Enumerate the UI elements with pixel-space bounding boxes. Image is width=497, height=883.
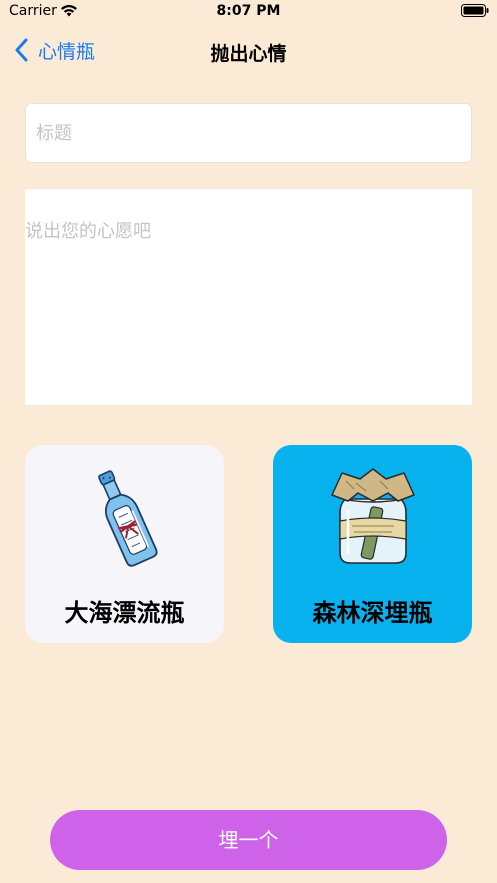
title-field bbox=[25, 103, 472, 163]
wish-textarea[interactable] bbox=[25, 189, 472, 405]
forest-bottle-label: 森林深埋瓶 bbox=[312, 599, 433, 627]
ocean-bottle-card[interactable]: 大海漂流瓶 bbox=[25, 445, 224, 643]
status-bar: Carrier 8:07 PM bbox=[0, 0, 497, 26]
title-input[interactable] bbox=[26, 104, 471, 162]
bury-button[interactable]: 埋一个 bbox=[50, 810, 447, 870]
jar-bottle-icon bbox=[330, 468, 415, 564]
ocean-bottle-label: 大海漂流瓶 bbox=[64, 599, 185, 627]
navigation-bar: 心情瓶 抛出心情 bbox=[0, 26, 497, 74]
page-title: 抛出心情 bbox=[210, 43, 287, 65]
message-bottle-icon bbox=[97, 470, 158, 567]
status-time: 8:07 PM bbox=[216, 3, 281, 19]
forest-bottle-card[interactable]: 森林深埋瓶 bbox=[273, 445, 472, 643]
battery-icon bbox=[461, 4, 489, 17]
wish-field bbox=[25, 189, 472, 405]
screen: Carrier 8:07 PM 心情瓶 抛出心情 标题 说出您的心愿吧 大海漂流… bbox=[0, 0, 497, 883]
